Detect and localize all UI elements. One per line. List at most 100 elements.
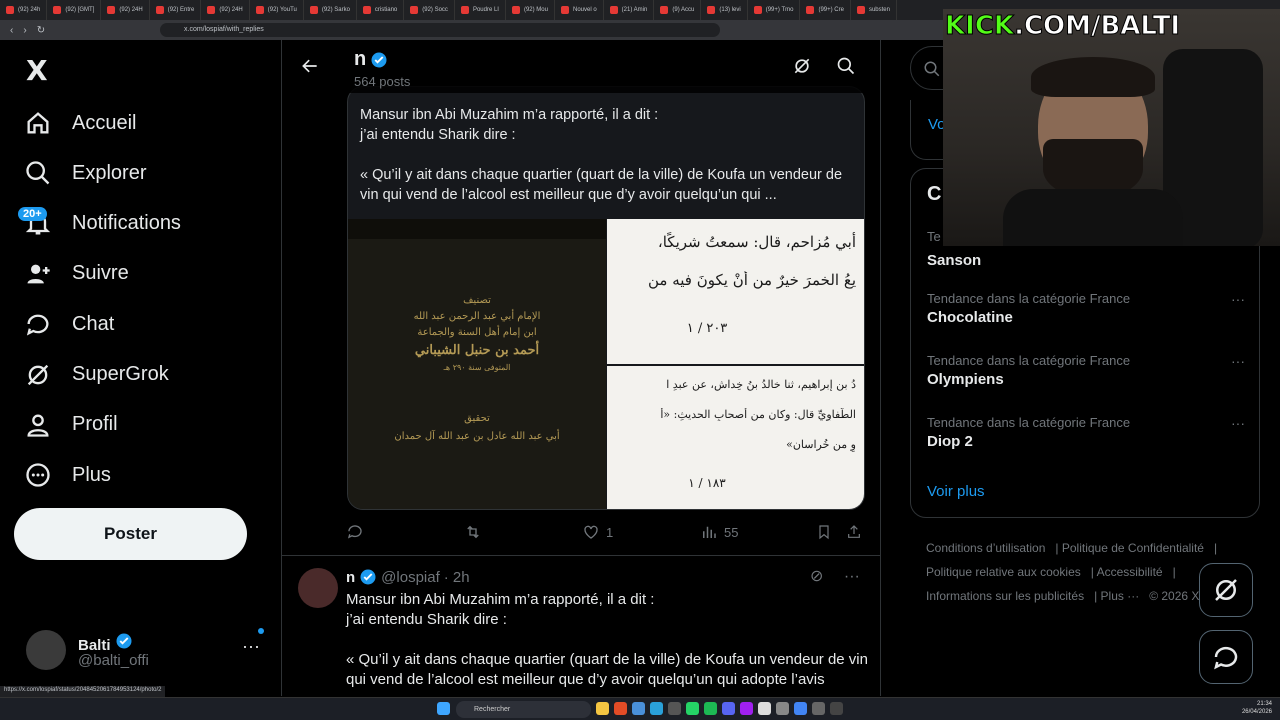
- grok-fab-button[interactable]: [1199, 563, 1253, 617]
- more-options-icon[interactable]: ···: [1231, 415, 1245, 431]
- discord-icon[interactable]: [722, 702, 735, 715]
- reply-icon[interactable]: [346, 523, 364, 541]
- nav-item-supergrok[interactable]: SuperGrok: [24, 358, 169, 392]
- author-handle[interactable]: @lospiaf: [381, 569, 440, 586]
- notification-badge: 20+: [18, 207, 47, 221]
- profile-header: n 564 posts: [282, 40, 880, 93]
- views-button[interactable]: 55: [700, 523, 738, 541]
- book-cover-image[interactable]: تصنيف الإمام أبي عبد الرحمن عبد الله ابن…: [348, 219, 606, 509]
- file-explorer-icon[interactable]: [596, 702, 609, 715]
- trend-item[interactable]: Sanson: [927, 249, 1247, 293]
- x-logo[interactable]: X: [26, 54, 48, 87]
- nav-item-chat[interactable]: Chat: [24, 307, 114, 341]
- book-page-image[interactable]: أبي مُزاحم، قال: سمعتُ شريكًا، يعُ الخمر…: [607, 219, 864, 364]
- bookmark-icon[interactable]: [816, 524, 832, 540]
- tab-favicon-icon: [410, 6, 419, 14]
- like-button[interactable]: 1: [582, 523, 613, 541]
- app-icon[interactable]: [812, 702, 825, 715]
- verified-badge-icon: [116, 633, 132, 649]
- tab-title: (92) Mou: [523, 7, 548, 13]
- avatar: [26, 630, 66, 670]
- messages-fab-button[interactable]: [1199, 630, 1253, 684]
- more-options-icon[interactable]: ···: [1231, 353, 1245, 369]
- trend-item[interactable]: Tendance dans la catégorie France Chocol…: [927, 291, 1247, 335]
- chrome-icon[interactable]: [794, 702, 807, 715]
- footer-link[interactable]: Accessibilité: [1097, 565, 1163, 579]
- quoted-tweet-card[interactable]: Mansur ibn Abi Muzahim m’a rapporté, il …: [347, 86, 865, 510]
- footer-link[interactable]: Plus ···: [1101, 589, 1140, 603]
- profile-name: n: [354, 48, 388, 71]
- browser-tab[interactable]: Nouvel o: [555, 0, 604, 20]
- retweet-icon[interactable]: [464, 523, 482, 541]
- browser-tab[interactable]: substen: [851, 0, 897, 20]
- browser-tab[interactable]: (21) Amin: [604, 0, 655, 20]
- nav-item-accueil[interactable]: Accueil: [24, 106, 136, 140]
- avatar[interactable]: [298, 568, 338, 608]
- brave-icon[interactable]: [614, 702, 627, 715]
- browser-tab[interactable]: (92) 24H: [101, 0, 150, 20]
- tweet-time[interactable]: · 2h: [444, 569, 470, 586]
- browser-tab[interactable]: (92) Entre: [150, 0, 202, 20]
- back-arrow-icon[interactable]: [300, 56, 320, 81]
- nav-item-profil[interactable]: Profil: [24, 408, 118, 442]
- browser-tab[interactable]: (92) Sarko: [304, 0, 357, 20]
- author-name[interactable]: n: [346, 569, 355, 586]
- share-icon[interactable]: [846, 524, 862, 540]
- taskbar-search[interactable]: Rechercher: [456, 701, 591, 718]
- back-nav-icon[interactable]: ‹: [10, 25, 13, 36]
- nav-item-explorer[interactable]: Explorer: [24, 156, 146, 190]
- telegram-icon[interactable]: [650, 702, 663, 715]
- trend-item[interactable]: Tendance dans la catégorie France Olympi…: [927, 353, 1247, 397]
- nav-item-notifications[interactable]: Notifications: [24, 207, 181, 241]
- nav-item-suivre[interactable]: Suivre: [24, 257, 129, 291]
- browser-tab[interactable]: Poudre LI: [455, 0, 506, 20]
- browser-tab[interactable]: (9) Accu: [654, 0, 702, 20]
- account-handle: @balti_offi: [78, 652, 149, 669]
- browser-tab[interactable]: (92) [GMT]: [47, 0, 102, 20]
- tab-title: (92) Sarko: [321, 7, 350, 13]
- browser-tab[interactable]: cristiano: [357, 0, 405, 20]
- webcam-overlay: KICK.COM/BALTI: [943, 9, 1280, 246]
- post-button[interactable]: Poster: [14, 508, 247, 560]
- address-bar[interactable]: x.com/lospiaf/with_replies: [160, 23, 720, 37]
- app-icon[interactable]: [668, 702, 681, 715]
- nav-item-plus[interactable]: Plus: [24, 458, 111, 492]
- browser-tab[interactable]: (92) 24H: [201, 0, 250, 20]
- voir-plus-link[interactable]: Voir plus: [927, 483, 985, 500]
- app-icon[interactable]: [776, 702, 789, 715]
- forward-nav-icon[interactable]: ›: [23, 25, 26, 36]
- browser-tab[interactable]: (99+) Tmo: [748, 0, 801, 20]
- tab-favicon-icon: [255, 6, 264, 14]
- browser-tab[interactable]: (92) Mou: [506, 0, 555, 20]
- footer-link[interactable]: Conditions d’utilisation: [926, 541, 1045, 555]
- app-icon[interactable]: [830, 702, 843, 715]
- system-clock[interactable]: 21:34 26/04/2026: [1242, 700, 1272, 716]
- search-icon[interactable]: [836, 56, 856, 81]
- grok-icon[interactable]: [792, 56, 812, 81]
- grok-icon[interactable]: ⊘: [810, 568, 823, 585]
- tab-title: (21) Amin: [621, 7, 648, 13]
- footer-link[interactable]: Politique relative aux cookies: [926, 565, 1081, 579]
- footer-link[interactable]: Informations sur les publicités: [926, 589, 1084, 603]
- app-icon[interactable]: [632, 702, 645, 715]
- spotify-icon[interactable]: [704, 702, 717, 715]
- more-options-icon[interactable]: ···: [1231, 291, 1245, 307]
- reload-icon[interactable]: ↻: [37, 25, 45, 36]
- windows-start-icon[interactable]: [437, 702, 450, 715]
- app-icon[interactable]: [740, 702, 753, 715]
- trend-item[interactable]: Tendance dans la catégorie France Diop 2…: [927, 415, 1247, 459]
- browser-tab[interactable]: (13) levi: [701, 0, 748, 20]
- browser-tab[interactable]: (92) YouTu: [250, 0, 304, 20]
- browser-tab[interactable]: (99+) Cre: [800, 0, 851, 20]
- more-options-icon[interactable]: ···: [242, 636, 260, 657]
- footer-link[interactable]: Politique de Confidentialité: [1062, 541, 1204, 555]
- account-switcher[interactable]: Balti @balti_offi ···: [26, 628, 270, 674]
- more-options-icon[interactable]: ···: [844, 568, 860, 585]
- whatsapp-icon[interactable]: [686, 702, 699, 715]
- book-page-image[interactable]: دُ بن إبراهيم، ثنا خالدُ بنُ خِداشٍ، عن …: [607, 366, 864, 509]
- browser-tab[interactable]: (92) 24h: [0, 0, 48, 20]
- browser-tab[interactable]: (92) Socc: [404, 0, 455, 20]
- tab-title: cristiano: [374, 7, 398, 13]
- nav-item-label: Accueil: [72, 111, 137, 134]
- notion-icon[interactable]: [758, 702, 771, 715]
